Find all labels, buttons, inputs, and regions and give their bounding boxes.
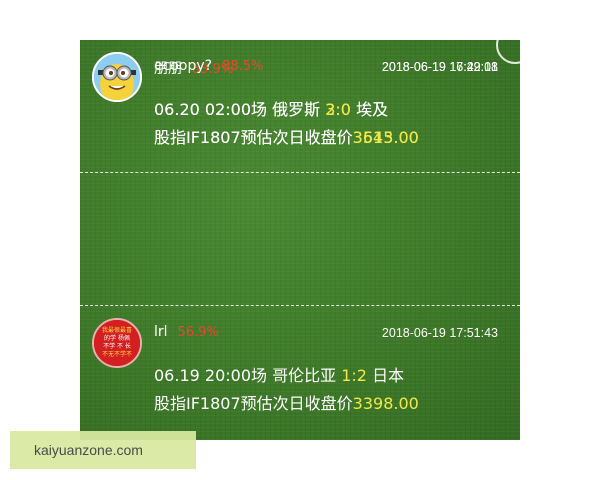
match-result: 1:2 [341,366,367,385]
user-name[interactable]: lrl 56.9% [154,324,219,340]
divider [80,305,520,306]
text-avatar-icon: 我最很最喜 的学 杨佩 不学 不 长 不无不学不 [94,320,140,366]
list-item[interactable]: ecoopy? 88.5% 2018-06-19 17:42:18 06.20 0… [80,40,520,170]
user-name[interactable]: ecoopy? 88.5% [154,58,263,74]
timestamp: 2018-06-19 17:42:18 [381,60,498,74]
prediction-value: 3398.00 [352,394,419,413]
user-score: 88.5% [222,59,264,74]
watermark-text: kaiyuanzone.com [34,442,143,458]
svg-text:的学 杨佩: 的学 杨佩 [104,334,130,342]
prediction-line: 股指IF1807预估次日收盘价3398.00 [154,394,419,413]
user-score: 56.9% [177,325,219,340]
comment-panel: 朋朋 83.9% 2018-06-19 16:29:01 06.20 02:00场… [80,40,520,440]
divider [80,172,520,173]
prediction-value: 3543.00 [352,128,419,147]
match-line: 06.20 02:00场 俄罗斯 3:0 埃及 [154,100,389,119]
svg-text:我最很最喜: 我最很最喜 [102,326,132,334]
match-result: 3:0 [325,100,351,119]
watermark: kaiyuanzone.com [10,431,196,469]
prediction-line: 股指IF1807预估次日收盘价3543.00 [154,128,419,147]
svg-text:不学 不 长: 不学 不 长 [103,342,131,350]
match-line: 06.19 20:00场 哥伦比亚 1:2 日本 [154,366,405,385]
avatar[interactable]: 我最很最喜 的学 杨佩 不学 不 长 不无不学不 [92,318,142,368]
svg-text:不无不学不: 不无不学不 [102,350,132,358]
list-item[interactable]: 我最很最喜 的学 杨佩 不学 不 长 不无不学不 lrl 56.9% 2018-0… [80,306,520,436]
avatar[interactable] [92,52,142,102]
minion-avatar-icon [94,54,140,100]
timestamp: 2018-06-19 17:51:43 [381,326,498,340]
